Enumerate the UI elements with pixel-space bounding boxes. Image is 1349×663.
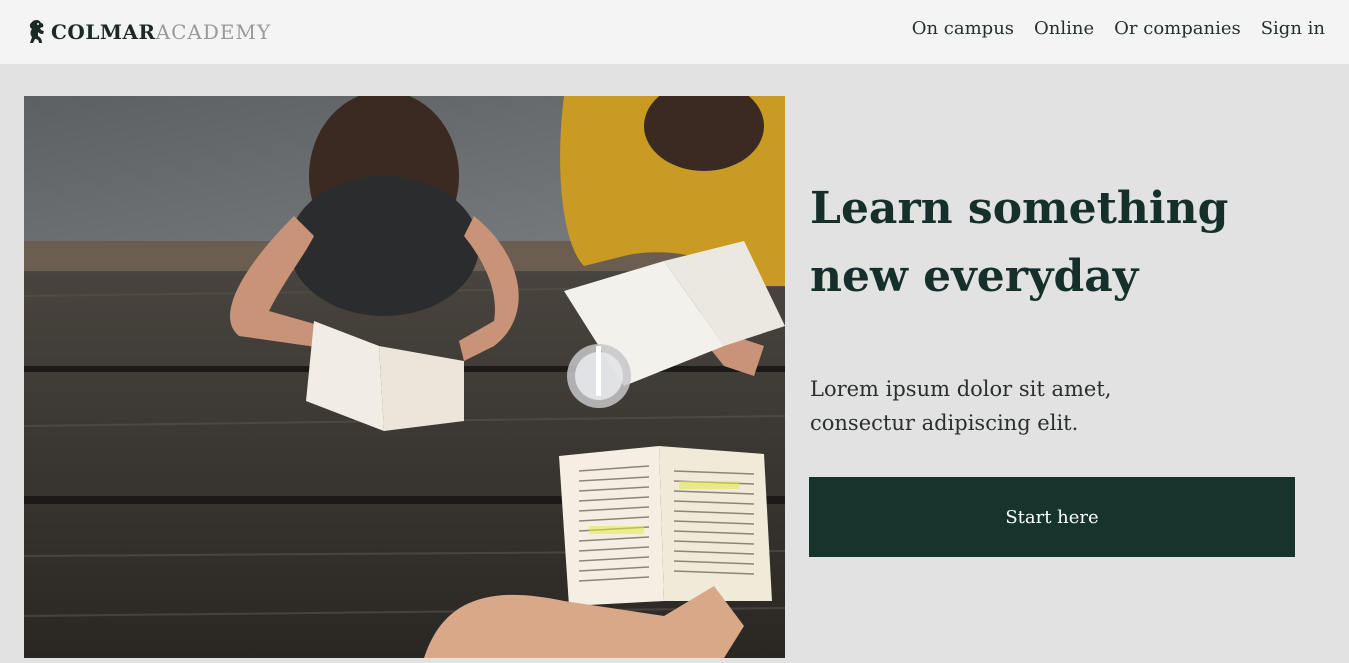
nav-link-on-campus[interactable]: On campus bbox=[912, 18, 1014, 39]
lion-rampant-icon bbox=[27, 19, 47, 45]
hero-subtext: Lorem ipsum dolor sit amet, consectur ad… bbox=[810, 377, 1112, 435]
brand-name-strong: COLMAR bbox=[51, 20, 156, 44]
hero-image bbox=[24, 96, 785, 658]
brand-name-light: ACADEMY bbox=[155, 20, 272, 44]
main-nav: On campus Online Or companies Sign in bbox=[912, 18, 1325, 39]
start-here-button[interactable]: Start here bbox=[809, 477, 1295, 557]
hero-headline: Learn something new everyday bbox=[810, 183, 1229, 302]
students-reading-photo bbox=[24, 96, 785, 658]
nav-link-sign-in[interactable]: Sign in bbox=[1261, 18, 1325, 39]
top-navigation-bar: COLMAR ACADEMY On campus Online Or compan… bbox=[0, 0, 1349, 64]
brand-logo[interactable]: COLMAR ACADEMY bbox=[27, 17, 271, 47]
nav-link-online[interactable]: Online bbox=[1034, 18, 1094, 39]
nav-link-for-companies[interactable]: Or companies bbox=[1114, 18, 1241, 39]
